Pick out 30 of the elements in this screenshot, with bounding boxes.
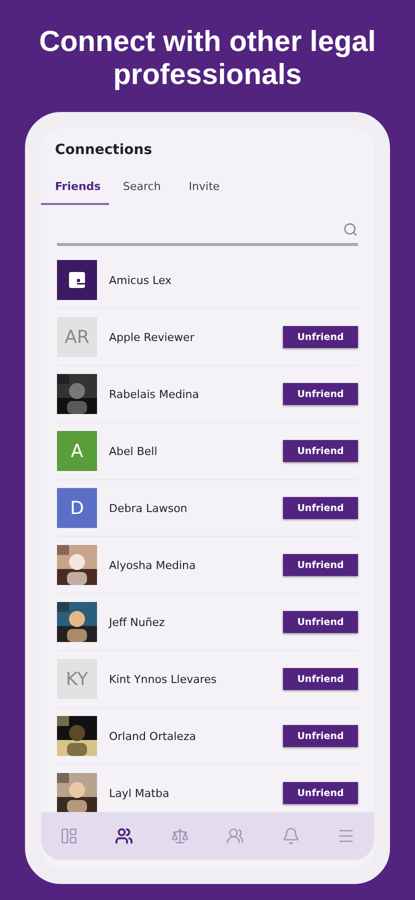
friend-name: Alyosha Medina bbox=[109, 558, 197, 572]
friend-name: Apple Reviewer bbox=[109, 330, 196, 344]
friend-name: Jeff Nuñez bbox=[109, 616, 166, 628]
avatar: AR bbox=[57, 317, 97, 357]
friend-name: Rabelais Medina bbox=[109, 388, 200, 400]
tab[interactable]: Search bbox=[109, 180, 175, 205]
friend-name: Layl Matba bbox=[109, 786, 170, 800]
headline: Connect with other legal professionals bbox=[38, 26, 377, 92]
unfriend-button[interactable]: Unfriend bbox=[283, 668, 358, 690]
avatar: A bbox=[57, 431, 97, 471]
friend-name: Amicus Lex bbox=[109, 274, 173, 286]
unfriend-button[interactable]: Unfriend bbox=[283, 782, 358, 804]
search-icon bbox=[343, 222, 358, 236]
unfriend-button[interactable]: Unfriend bbox=[283, 326, 358, 348]
unfriend-button[interactable]: Unfriend bbox=[283, 725, 358, 747]
unfriend-button[interactable]: Unfriend bbox=[283, 554, 358, 576]
screen-title: Connections bbox=[54, 141, 154, 158]
avatar: D bbox=[57, 488, 97, 528]
avatar: KY bbox=[57, 659, 97, 699]
unfriend-button[interactable]: Unfriend bbox=[283, 383, 358, 405]
tab[interactable]: Invite bbox=[174, 180, 234, 205]
tab[interactable]: Friends bbox=[41, 180, 109, 205]
unfriend-button[interactable]: Unfriend bbox=[283, 611, 358, 633]
friend-name: Kint Ynnos Llevares bbox=[109, 672, 218, 686]
friend-name: Orland Ortaleza bbox=[109, 730, 198, 742]
friend-name: Debra Lawson bbox=[109, 502, 188, 514]
unfriend-button[interactable]: Unfriend bbox=[283, 440, 358, 462]
unfriend-button[interactable]: Unfriend bbox=[283, 497, 358, 519]
friend-name: Abel Bell bbox=[109, 444, 158, 458]
logo-icon bbox=[68, 271, 86, 289]
